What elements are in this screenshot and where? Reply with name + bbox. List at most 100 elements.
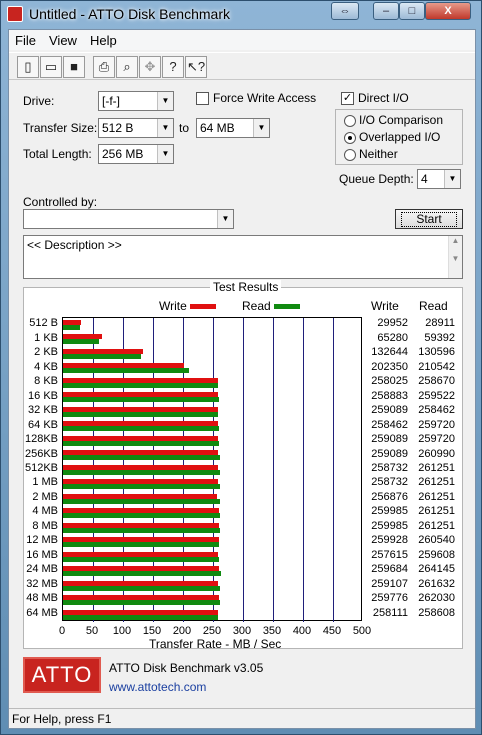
y-tick-label: 12 MB bbox=[26, 534, 58, 547]
read-bar bbox=[63, 484, 220, 490]
queue-depth-select[interactable]: 4 ▼ bbox=[417, 169, 461, 189]
chevron-down-icon: ▼ bbox=[217, 210, 233, 228]
context-help-icon[interactable]: ↖? bbox=[185, 56, 207, 78]
x-tick-label: 250 bbox=[202, 625, 222, 637]
overlapped-io-radio[interactable] bbox=[344, 132, 356, 144]
help-icon[interactable]: ? bbox=[162, 56, 184, 78]
print-icon[interactable]: ⎙ bbox=[93, 56, 115, 78]
neither-radio[interactable] bbox=[344, 149, 356, 161]
transfer-size-label: Transfer Size: bbox=[23, 121, 98, 135]
x-tick-label: 450 bbox=[322, 625, 342, 637]
x-axis-label: Transfer Rate - MB / Sec bbox=[149, 637, 282, 651]
write-value: 259089 bbox=[371, 404, 408, 417]
drive-select[interactable]: [-f-] ▼ bbox=[98, 91, 174, 111]
read-bar bbox=[63, 498, 220, 504]
read-value: 210542 bbox=[418, 360, 455, 373]
read-value: 258462 bbox=[418, 404, 455, 417]
y-tick-label: 512 B bbox=[29, 317, 58, 330]
read-bar bbox=[63, 397, 219, 403]
controlled-by-select[interactable]: ▼ bbox=[23, 209, 234, 229]
io-comparison-label: I/O Comparison bbox=[359, 113, 444, 127]
new-icon[interactable]: ▯ bbox=[17, 56, 39, 78]
atto-logo: ATTO bbox=[23, 657, 101, 693]
write-value: 256876 bbox=[371, 490, 408, 503]
total-length-label: Total Length: bbox=[23, 147, 92, 161]
read-value: 261632 bbox=[418, 577, 455, 590]
direct-io-checkbox[interactable]: ✓ bbox=[341, 92, 354, 105]
chevron-down-icon: ▼ bbox=[157, 145, 173, 163]
total-length-value: 256 MB bbox=[102, 147, 144, 161]
grid-line bbox=[303, 318, 304, 622]
io-comparison-radio[interactable] bbox=[344, 115, 356, 127]
read-value: 264145 bbox=[418, 563, 455, 576]
y-tick-label: 4 KB bbox=[34, 360, 58, 373]
transfer-from-select[interactable]: 512 B ▼ bbox=[98, 118, 174, 138]
y-tick-label: 8 KB bbox=[34, 375, 58, 388]
transfer-to-select[interactable]: 64 MB ▼ bbox=[196, 118, 270, 138]
y-tick-label: 48 MB bbox=[26, 592, 58, 605]
chevron-down-icon: ▼ bbox=[157, 119, 173, 137]
status-text: For Help, press F1 bbox=[12, 712, 112, 726]
x-tick-label: 300 bbox=[232, 625, 252, 637]
write-value: 29952 bbox=[377, 317, 408, 330]
read-bar bbox=[63, 455, 220, 461]
drive-value: [-f-] bbox=[102, 94, 120, 108]
print-preview-icon[interactable]: ⌕ bbox=[116, 56, 138, 78]
menu-bar: File View Help bbox=[9, 30, 475, 50]
x-tick-label: 50 bbox=[85, 625, 99, 637]
y-tick-label: 256KB bbox=[24, 447, 58, 460]
write-column-header: Write bbox=[371, 299, 399, 313]
write-value: 65280 bbox=[377, 331, 408, 344]
x-tick-label: 400 bbox=[292, 625, 312, 637]
write-value: 258883 bbox=[371, 389, 408, 402]
open-icon[interactable]: ▭ bbox=[40, 56, 62, 78]
read-bar bbox=[63, 571, 222, 577]
read-value: 260540 bbox=[418, 534, 455, 547]
title-bar[interactable]: Untitled - ATTO Disk Benchmark ⇔ – □ X bbox=[1, 1, 481, 28]
website-link[interactable]: www.attotech.com bbox=[109, 680, 206, 694]
menu-view[interactable]: View bbox=[49, 33, 77, 48]
swap-button[interactable]: ⇔ bbox=[331, 2, 359, 20]
read-value: 130596 bbox=[418, 346, 455, 359]
minimize-button[interactable]: – bbox=[373, 2, 399, 20]
move-icon[interactable]: ✥ bbox=[139, 56, 161, 78]
read-bar bbox=[63, 325, 81, 330]
maximize-button[interactable]: □ bbox=[399, 2, 425, 20]
chevron-down-icon: ▼ bbox=[253, 119, 269, 137]
total-length-select[interactable]: 256 MB ▼ bbox=[98, 144, 174, 164]
read-value: 259608 bbox=[418, 548, 455, 561]
read-value: 259522 bbox=[418, 389, 455, 402]
y-tick-label: 512KB bbox=[24, 462, 58, 474]
read-bar bbox=[63, 368, 190, 374]
overlapped-io-label: Overlapped I/O bbox=[359, 130, 441, 144]
read-value: 28911 bbox=[425, 317, 455, 330]
read-value: 261251 bbox=[418, 462, 455, 474]
start-button-label: Start bbox=[401, 212, 457, 227]
y-tick-label: 16 MB bbox=[26, 548, 58, 561]
write-value: 259089 bbox=[371, 433, 408, 446]
close-button[interactable]: X bbox=[425, 2, 471, 20]
save-icon[interactable]: ■ bbox=[63, 56, 85, 78]
description-scrollbar[interactable]: ▲ ▼ bbox=[448, 236, 462, 278]
write-value: 259928 bbox=[371, 534, 408, 547]
chevron-down-icon: ▼ bbox=[157, 92, 173, 110]
menu-file[interactable]: File bbox=[15, 33, 36, 48]
x-tick-label: 200 bbox=[172, 625, 192, 637]
x-tick-label: 350 bbox=[262, 625, 282, 637]
read-column-header: Read bbox=[419, 299, 448, 313]
menu-help[interactable]: Help bbox=[90, 33, 117, 48]
read-bar bbox=[63, 600, 221, 606]
status-bar: For Help, press F1 bbox=[9, 708, 475, 728]
read-bar bbox=[63, 469, 220, 475]
chart-plot-area bbox=[62, 317, 362, 622]
test-results-title: Test Results bbox=[210, 280, 282, 294]
start-button[interactable]: Start bbox=[395, 209, 463, 229]
write-value: 259985 bbox=[371, 505, 408, 518]
y-tick-label: 32 KB bbox=[28, 404, 58, 417]
read-bar bbox=[63, 614, 219, 620]
description-field[interactable]: << Description >> ▲ ▼ bbox=[23, 235, 463, 279]
write-value: 132644 bbox=[371, 346, 408, 359]
force-write-checkbox[interactable] bbox=[196, 92, 209, 105]
read-value: 258608 bbox=[418, 606, 455, 619]
legend-write-swatch bbox=[190, 304, 216, 309]
